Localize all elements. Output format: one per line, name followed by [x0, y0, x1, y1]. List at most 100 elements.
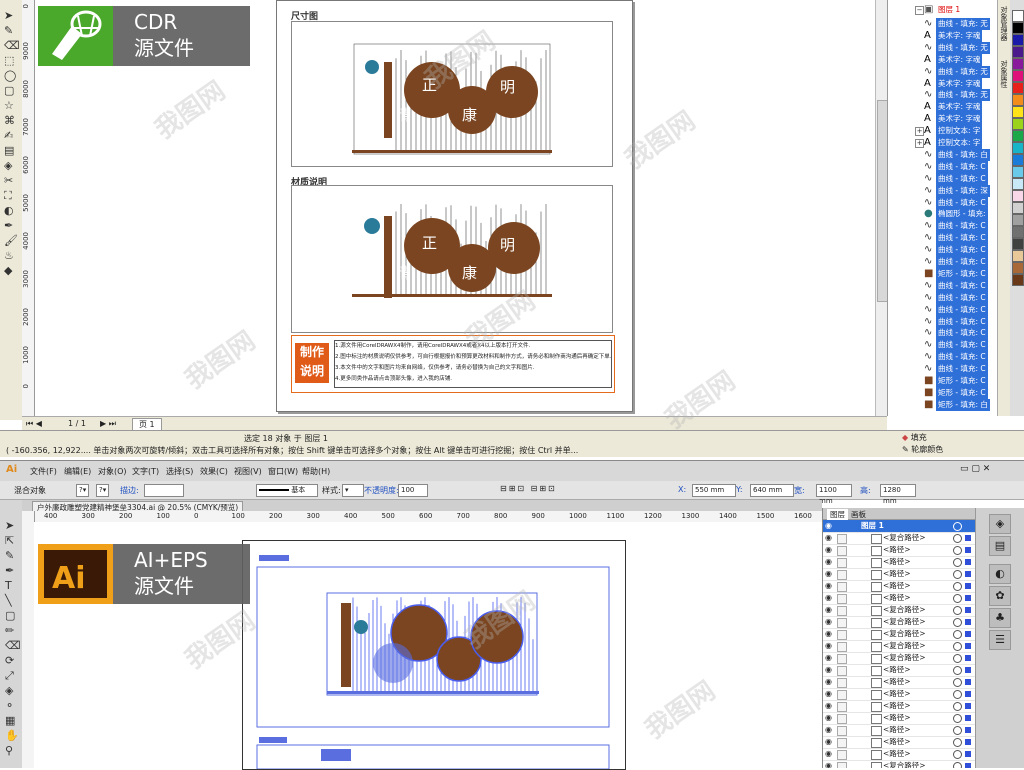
- color-swatch[interactable]: [1012, 202, 1024, 214]
- stroke-profile[interactable]: 基本: [256, 484, 318, 497]
- layer-item-row[interactable]: ◉ <复合路径>: [823, 760, 976, 768]
- menu-item[interactable]: 帮助(H): [302, 466, 330, 477]
- color-swatch[interactable]: [1012, 130, 1024, 142]
- menu-item[interactable]: 文字(T): [132, 466, 159, 477]
- object-row[interactable]: + A 控制文本: 字: [888, 125, 998, 138]
- visibility-eye-icon[interactable]: ◉: [825, 616, 832, 628]
- object-row[interactable]: + A 控制文本: 字: [888, 137, 998, 149]
- menu-item[interactable]: 视图(V): [234, 466, 262, 477]
- tool-icons[interactable]: ➤ ✎ ⌫ ⬚ ◯ ▢ ☆ ⌘ ✍ ▤ ◈ ✂ ⛶ ◐ ✒ 🖌 ♨ ◆: [4, 8, 20, 278]
- target-circle-icon[interactable]: [953, 726, 962, 735]
- object-row[interactable]: ■ 矩形 - 填充: C: [888, 386, 998, 399]
- object-row[interactable]: ∿ 曲线 - 填充: C: [888, 279, 998, 292]
- menu-item[interactable]: 选择(S): [166, 466, 193, 477]
- tab-artboards[interactable]: 画板: [851, 509, 866, 520]
- target-circle-icon[interactable]: [953, 642, 962, 651]
- lock-toggle[interactable]: [837, 714, 847, 724]
- color-swatch[interactable]: [1012, 166, 1024, 178]
- object-row[interactable]: ∿ 曲线 - 填充: C: [888, 303, 998, 316]
- target-circle-icon[interactable]: [953, 618, 962, 627]
- ai-tool-icons[interactable]: ➤ ⇱ ✎ ✒ T ╲ ▢ ✏ ⌫ ⟳ ⤢ ◈ ⚬ ▦ ✋ ⚲: [5, 518, 21, 758]
- lock-toggle[interactable]: [837, 546, 847, 556]
- align-icons[interactable]: ⊟⊞⊡ ⊟⊞⊡: [500, 484, 557, 493]
- dock-color-icon[interactable]: ◐: [989, 564, 1011, 584]
- tab-layers[interactable]: 图层: [827, 509, 848, 520]
- object-row[interactable]: ■ 矩形 - 填充: C: [888, 375, 998, 387]
- color-swatch[interactable]: [1012, 262, 1024, 274]
- docker-tab-object-properties[interactable]: 对象属性: [999, 60, 1009, 88]
- menu-item[interactable]: 文件(F): [30, 466, 57, 477]
- object-row[interactable]: ∿ 曲线 - 填充: C: [888, 291, 998, 304]
- target-circle-icon[interactable]: [953, 630, 962, 639]
- color-palette[interactable]: [1010, 0, 1024, 416]
- target-circle-icon[interactable]: [953, 570, 962, 579]
- target-circle-icon[interactable]: [953, 522, 962, 531]
- target-circle-icon[interactable]: [953, 678, 962, 687]
- visibility-eye-icon[interactable]: ◉: [825, 604, 832, 616]
- docker-tab-object-manager[interactable]: 对象管理器: [999, 6, 1009, 41]
- visibility-eye-icon[interactable]: ◉: [825, 628, 832, 640]
- menu-item[interactable]: 编辑(E): [64, 466, 91, 477]
- object-row[interactable]: ■ 矩形 - 填充: 白: [888, 398, 998, 411]
- object-row[interactable]: ∿ 曲线 - 填充: C: [888, 220, 998, 233]
- target-circle-icon[interactable]: [953, 594, 962, 603]
- object-row[interactable]: ∿ 曲线 - 填充: C: [888, 196, 998, 209]
- object-row[interactable]: A 美术字: 字魂: [888, 101, 998, 114]
- object-row[interactable]: A 美术字: 字魂: [888, 77, 998, 90]
- lock-toggle[interactable]: [837, 570, 847, 580]
- visibility-eye-icon[interactable]: ◉: [825, 568, 832, 580]
- lock-toggle[interactable]: [837, 726, 847, 736]
- object-row[interactable]: ∿ 曲线 - 填充: C: [888, 232, 998, 245]
- visibility-eye-icon[interactable]: ◉: [825, 544, 832, 556]
- visibility-eye-icon[interactable]: ◉: [825, 700, 832, 712]
- color-swatch[interactable]: [1012, 70, 1024, 82]
- object-row[interactable]: A 美术字: 字魂: [888, 113, 998, 126]
- lock-toggle[interactable]: [837, 558, 847, 568]
- visibility-eye-icon[interactable]: ◉: [825, 688, 832, 700]
- stroke-label[interactable]: 描边:: [120, 485, 139, 496]
- opacity-label[interactable]: 不透明度:: [364, 485, 399, 496]
- target-circle-icon[interactable]: [953, 738, 962, 747]
- lock-toggle[interactable]: [837, 738, 847, 748]
- lock-toggle[interactable]: [837, 702, 847, 712]
- target-circle-icon[interactable]: [953, 546, 962, 555]
- target-circle-icon[interactable]: [953, 702, 962, 711]
- x-input[interactable]: 550 mm: [692, 484, 736, 497]
- lock-toggle[interactable]: [837, 642, 847, 652]
- color-swatch[interactable]: [1012, 46, 1024, 58]
- target-circle-icon[interactable]: [953, 606, 962, 615]
- visibility-eye-icon[interactable]: ◉: [825, 748, 832, 760]
- stroke-weight[interactable]: [144, 484, 184, 497]
- dock-stroke-icon[interactable]: ☰: [989, 630, 1011, 650]
- help-icon-2[interactable]: ?▾: [96, 484, 110, 497]
- object-row[interactable]: A 美术字: 字魂: [888, 53, 998, 66]
- color-swatch[interactable]: [1012, 214, 1024, 226]
- lock-toggle[interactable]: [837, 606, 847, 616]
- visibility-eye-icon[interactable]: ◉: [825, 652, 832, 664]
- expand-icon[interactable]: +: [915, 139, 924, 148]
- visibility-eye-icon[interactable]: ◉: [825, 532, 832, 544]
- object-row[interactable]: ∿ 曲线 - 填充: C: [888, 172, 998, 185]
- y-input[interactable]: 640 mm: [750, 484, 794, 497]
- layer-row[interactable]: − ▣ 图层 1: [888, 4, 998, 16]
- lock-toggle[interactable]: [837, 678, 847, 688]
- visibility-eye-icon[interactable]: ◉: [825, 640, 832, 652]
- object-row[interactable]: ∿ 曲线 - 填充: 深: [888, 184, 998, 197]
- target-circle-icon[interactable]: [953, 690, 962, 699]
- help-icon[interactable]: ?▾: [76, 484, 90, 497]
- object-row[interactable]: A 美术字: 字魂: [888, 29, 998, 42]
- object-row[interactable]: ∿ 曲线 - 填充: C: [888, 160, 998, 173]
- object-row[interactable]: ∿ 曲线 - 填充: C: [888, 244, 998, 257]
- opacity-input[interactable]: 100: [398, 484, 428, 497]
- object-row[interactable]: ∿ 曲线 - 填充: C: [888, 351, 998, 364]
- object-row[interactable]: ∿ 曲线 - 填充: 白: [888, 148, 998, 161]
- visibility-eye-icon[interactable]: ◉: [825, 556, 832, 568]
- dock-appearance-icon[interactable]: ◈: [989, 514, 1011, 534]
- target-circle-icon[interactable]: [953, 666, 962, 675]
- dock-brush-icon[interactable]: ✿: [989, 586, 1011, 606]
- color-swatch[interactable]: [1012, 94, 1024, 106]
- color-swatch[interactable]: [1012, 10, 1024, 22]
- object-row[interactable]: ∿ 曲线 - 填充: C: [888, 339, 998, 352]
- target-circle-icon[interactable]: [953, 558, 962, 567]
- object-row[interactable]: ∿ 曲线 - 填充: 无: [888, 41, 998, 54]
